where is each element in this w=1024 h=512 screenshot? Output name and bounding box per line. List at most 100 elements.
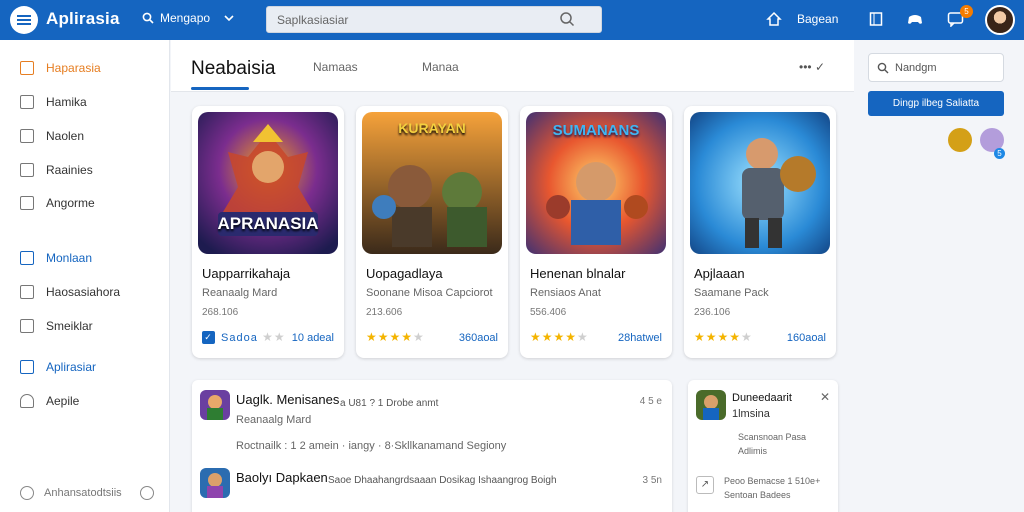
top-bar: Aplirasia Mengapo Bagean 5: [0, 0, 1024, 40]
list-item-meta: Saoe Dhaahangrdsaaan Dosikag Ishaangrog …: [328, 475, 557, 486]
menu-button[interactable]: [10, 6, 38, 34]
list-item-meta: a U81 ? 1 Drobe anmt: [340, 398, 439, 409]
notification-badge: 5: [960, 5, 973, 18]
bookmark-icon[interactable]: [868, 11, 884, 27]
app-developer: Rensiaos Anat: [530, 287, 601, 299]
search-icon: [877, 62, 889, 73]
sidebar-item-label: Smeiklar: [46, 319, 93, 333]
app-size: 213.606: [366, 307, 403, 318]
sidebar-item-raainies[interactable]: Raainies: [20, 163, 93, 177]
app-artwork: [690, 112, 830, 254]
app-name: Henenan blnalar: [530, 266, 626, 281]
more-options-button[interactable]: ••• ✓: [799, 60, 825, 74]
filter-input[interactable]: Nandgm: [868, 53, 1004, 82]
primary-action-button[interactable]: Dingp ilbeg Saliatta: [868, 91, 1004, 116]
sidebar-item-hamika[interactable]: Hamika: [20, 95, 87, 109]
sidebar-item-label: Angorme: [46, 196, 95, 210]
notification-line: Adlimis: [738, 446, 768, 456]
nav-dropdown-label: Mengapo: [160, 11, 211, 25]
coin-icon[interactable]: [948, 128, 972, 152]
app-size: 268.106: [202, 307, 239, 318]
help-icon[interactable]: [139, 486, 154, 500]
app-developer: Soonane Misoa Capciorot: [366, 287, 493, 299]
app-card[interactable]: Apjlaaan Saamane Pack 236.106 ★★★★★ 160a…: [684, 106, 836, 358]
app-size: 236.106: [694, 307, 731, 318]
list-item-details: Roctnailk : 1 2 amein · iangy · 8·Skllka…: [236, 440, 507, 452]
close-icon[interactable]: ✕: [820, 390, 830, 404]
app-card[interactable]: SUMANANS Henenan blnalar Rensiaos Anat 5…: [520, 106, 672, 358]
sidebar: Haparasia Hamika Naolen Raainies Angorme…: [0, 40, 170, 512]
notification-card: Duneedaarit 1lmsina ✕ Scansnoan Pasa Adl…: [688, 380, 838, 512]
app-name: Apjlaaan: [694, 266, 745, 281]
app-card[interactable]: APRANASIA Uapparrikahaja Reanaalg Mard 2…: [192, 106, 344, 358]
circle-badge: 5: [994, 148, 1005, 159]
search-icon: [142, 12, 154, 24]
active-tab-indicator: [191, 87, 249, 90]
rating-count: 160aoal: [786, 332, 826, 344]
app-tag: Sadoa: [221, 331, 258, 344]
link-icon[interactable]: ↗: [696, 476, 714, 494]
list-item-title[interactable]: Uaglk. Menisanes: [236, 392, 339, 407]
list-icon: [20, 163, 34, 177]
app-card[interactable]: KURAYAN Uopagadlaya Soonane Misoa Capcio…: [356, 106, 508, 358]
square-icon: [20, 129, 34, 143]
list-item-time: 4 5 e: [639, 396, 662, 407]
search-bar: [266, 6, 602, 33]
list-item-title[interactable]: Baolyı Dapkaen: [236, 470, 328, 485]
search-icon[interactable]: [559, 11, 575, 27]
sidebar-item-aplirasiar[interactable]: Aplirasiar: [20, 360, 96, 374]
tab-neabaisia[interactable]: Neabaisia: [191, 58, 276, 80]
rating-stars: ★★★★★: [694, 330, 753, 344]
notification-line: Scansnoan Pasa: [738, 432, 807, 442]
apps-icon: [20, 360, 34, 374]
app-size: 556.406: [530, 307, 567, 318]
top-right-label[interactable]: Bagean: [797, 12, 838, 26]
list-item-thumbnail: [200, 468, 230, 498]
app-list-panel: Uaglk. Menisanes a U81 ? 1 Drobe anmt Re…: [192, 380, 672, 512]
rating-count: 360aoal: [458, 332, 498, 344]
app-art-title: SUMANANS: [552, 122, 640, 139]
app-developer: Saamane Pack: [694, 287, 769, 299]
sidebar-item-label: Hamika: [46, 95, 87, 109]
game-thumbnail-image: [200, 390, 230, 420]
checkbox-icon[interactable]: ✓: [202, 331, 215, 345]
hamburger-icon: [17, 19, 31, 21]
main-header: Neabaisia Namaas Manaa ••• ✓: [171, 40, 854, 92]
sidebar-item-haosasiahora[interactable]: Haosasiahora: [20, 285, 120, 299]
sidebar-item-label: Haosasiahora: [46, 285, 121, 299]
sidebar-item-label: Monlaan: [46, 251, 93, 265]
user-avatar[interactable]: [985, 5, 1015, 35]
app-name: Uapparrikahaja: [202, 266, 291, 281]
notification-line: Sentoan Badees: [724, 490, 791, 500]
right-column: Nandgm Dingp ilbeg Saliatta 5: [854, 40, 1024, 512]
sidebar-item-naolen[interactable]: Naolen: [20, 129, 84, 143]
tab-namaas[interactable]: Namaas: [313, 60, 358, 74]
filter-input-label: Nandgm: [895, 61, 937, 74]
sidebar-item-smeiklar[interactable]: Smeiklar: [20, 319, 93, 333]
nav-dropdown[interactable]: Mengapo: [142, 11, 234, 25]
app-artwork: SUMANANS: [526, 112, 666, 254]
sidebar-item-aepile[interactable]: Aepile: [20, 394, 79, 408]
sidebar-footer[interactable]: Anhansatodtsiis: [20, 486, 154, 500]
user-icon: [20, 394, 34, 408]
game-controller-icon[interactable]: [906, 10, 924, 28]
sidebar-item-haparasia[interactable]: Haparasia: [20, 61, 101, 75]
square-icon: [20, 319, 34, 333]
sidebar-item-label: Haparasia: [46, 61, 101, 75]
table-icon: [20, 196, 34, 210]
search-input[interactable]: [267, 7, 557, 32]
sidebar-item-angorme[interactable]: Angorme: [20, 196, 95, 210]
home-icon[interactable]: [766, 11, 782, 27]
tab-manaa[interactable]: Manaa: [422, 60, 459, 74]
list-item-subtitle: Reanaalg Mard: [236, 414, 312, 426]
list-icon: [20, 285, 34, 299]
rating-stars: ★★★★★: [366, 330, 425, 344]
notification-title: Duneedaarit: [732, 392, 792, 404]
sidebar-item-label: Aepile: [46, 394, 80, 408]
notification-thumbnail: [696, 390, 726, 420]
game-art-image: [690, 112, 830, 254]
sidebar-item-label: Naolen: [46, 129, 85, 143]
sidebar-item-monlaan[interactable]: Monlaan: [20, 251, 92, 265]
app-artwork: KURAYAN: [362, 112, 502, 254]
sidebar-item-label: Aplirasiar: [46, 360, 97, 374]
